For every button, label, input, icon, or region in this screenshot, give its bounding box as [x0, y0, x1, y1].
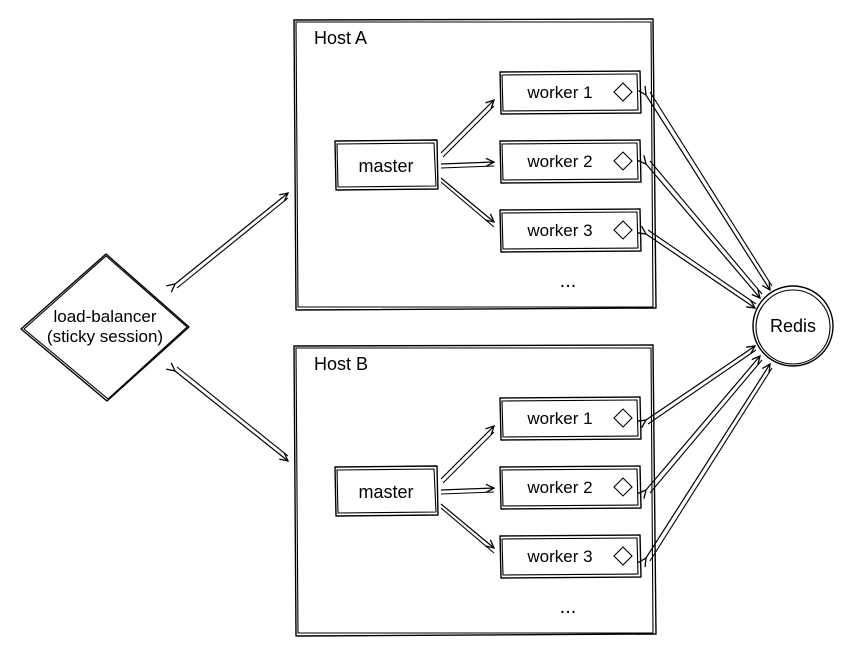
diamond-icon [614, 83, 632, 101]
host-a-ellipsis: ... [560, 270, 577, 292]
host-b-master-label: master [358, 482, 413, 502]
edge-wB3-redis [646, 364, 772, 561]
diamond-icon [614, 409, 632, 427]
diamond-icon [614, 547, 632, 565]
host-b-ellipsis: ... [560, 596, 577, 618]
diamond-icon [614, 152, 632, 170]
redis-node: Redis [753, 286, 833, 366]
host-b-worker-2: worker 2 [500, 466, 641, 509]
host-b-worker-1: worker 1 [500, 397, 641, 440]
host-a-container: Host A master worker 1 worker 2 worker 3… [294, 19, 656, 310]
host-a-master: master [335, 140, 438, 190]
host-a-worker-1: worker 1 [500, 71, 641, 114]
host-a-master-label: master [358, 156, 413, 176]
lb-label-1: load-balancer [53, 307, 156, 326]
lb-label-2: (sticky session) [47, 327, 163, 346]
edge-lb-hostB [175, 367, 288, 461]
edge-wB2-redis [646, 356, 762, 493]
host-a-worker-1-label: worker 1 [526, 83, 592, 102]
host-b-worker-3-label: worker 3 [526, 547, 592, 566]
architecture-diagram: load-balancer (sticky session) Host A ma… [0, 0, 851, 658]
edge-wA2-redis [646, 161, 762, 298]
redis-label: Redis [770, 316, 816, 336]
host-b-worker-1-label: worker 1 [526, 409, 592, 428]
host-a-worker-2: worker 2 [500, 140, 641, 183]
host-b-worker-3: worker 3 [500, 535, 641, 578]
host-b-container: Host B master worker 1 worker 2 worker 3… [294, 345, 656, 636]
edge-wA1-redis [646, 92, 772, 290]
load-balancer-node: load-balancer (sticky session) [21, 254, 189, 401]
diamond-icon [614, 478, 632, 496]
host-a-title: Host A [314, 28, 367, 48]
edge-lb-hostA [175, 193, 288, 288]
host-a-worker-3-label: worker 3 [526, 221, 592, 240]
diamond-icon [614, 221, 632, 239]
host-b-title: Host B [314, 354, 368, 374]
host-b-worker-2-label: worker 2 [526, 478, 592, 497]
host-b-master: master [335, 466, 438, 516]
host-a-worker-2-label: worker 2 [526, 152, 592, 171]
host-a-worker-3: worker 3 [500, 209, 641, 252]
